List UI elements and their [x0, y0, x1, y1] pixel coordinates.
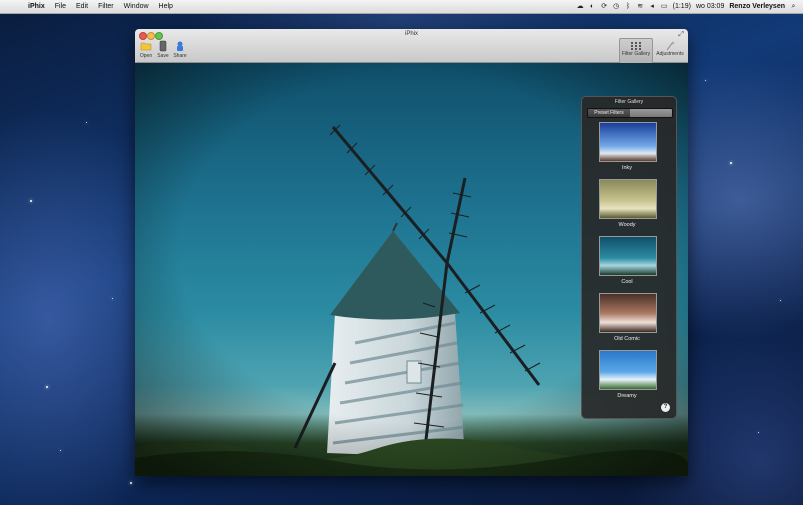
- menu-extras: ☁ ◐ ⟳ ◷ ᛒ ≋ ◂ ▭ (1:19) wo 03:09 Renzo Ve…: [577, 0, 797, 13]
- adjustments-icon: [666, 41, 675, 51]
- share-label: Share: [173, 53, 187, 59]
- preset-woody[interactable]: Woody: [599, 179, 657, 228]
- preset-thumbnail: [599, 179, 657, 219]
- preset-inky[interactable]: Inky: [599, 122, 657, 171]
- share-icon: [177, 41, 183, 51]
- open-label: Open: [139, 53, 153, 59]
- bluetooth-icon[interactable]: ᛒ: [625, 3, 632, 10]
- battery-icon[interactable]: ▭: [661, 3, 668, 10]
- preset-thumbnail: [599, 293, 657, 333]
- filter-gallery-label: Filter Gallery: [621, 51, 651, 57]
- battery-time[interactable]: (1:19): [673, 3, 691, 10]
- menu-bar: iPhix File Edit Filter Window Help ☁ ◐ ⟳…: [0, 0, 803, 14]
- filter-gallery-panel: Filter Gallery Preset Filters Inky Woody…: [581, 96, 677, 419]
- folder-icon: [140, 42, 152, 51]
- menu-window[interactable]: Window: [124, 0, 149, 13]
- save-label: Save: [157, 53, 169, 59]
- gallery-tabs: Preset Filters: [587, 108, 673, 118]
- preset-old-comic[interactable]: Old Comic: [599, 293, 657, 342]
- volume-icon[interactable]: ◂: [649, 3, 656, 10]
- help-button[interactable]: ?: [661, 403, 670, 412]
- preset-cool[interactable]: Cool: [599, 236, 657, 285]
- grid-icon: [631, 42, 641, 50]
- menu-app-name[interactable]: iPhix: [28, 0, 45, 13]
- window-title: iPhix: [404, 31, 418, 37]
- sync-icon[interactable]: ⟳: [601, 3, 608, 10]
- preset-thumbnail: [599, 122, 657, 162]
- menu-help[interactable]: Help: [159, 0, 173, 13]
- adjustments-label: Adjustments: [656, 51, 684, 57]
- dashboard-icon[interactable]: ◐: [589, 3, 596, 10]
- menu-filter[interactable]: Filter: [98, 0, 114, 13]
- save-icon: [159, 40, 167, 52]
- preset-thumbnail: [599, 350, 657, 390]
- filter-gallery-title: Filter Gallery: [614, 99, 644, 105]
- user-name[interactable]: Renzo Verleysen: [729, 3, 785, 10]
- preset-label: Woody: [618, 222, 636, 228]
- filter-gallery-button[interactable]: Filter Gallery: [619, 38, 653, 64]
- preset-label: Old Comic: [614, 336, 640, 342]
- menu-file[interactable]: File: [55, 0, 66, 13]
- clock[interactable]: wo 03:09: [696, 3, 724, 10]
- window-titlebar: iPhix ⤢ Open Save Share Filter Gallery A…: [135, 29, 688, 64]
- wifi-icon[interactable]: ≋: [637, 3, 644, 10]
- share-button[interactable]: Share: [170, 40, 190, 59]
- tab-preset-filters[interactable]: Preset Filters: [588, 109, 630, 117]
- menu-edit[interactable]: Edit: [76, 0, 88, 13]
- tab-secondary[interactable]: [630, 109, 672, 117]
- preset-dreamy[interactable]: Dreamy: [599, 350, 657, 399]
- preset-label: Inky: [621, 165, 633, 171]
- cloud-icon[interactable]: ☁: [577, 3, 584, 10]
- spotlight-search-icon[interactable]: ⌕: [790, 3, 797, 10]
- preset-thumbnail: [599, 236, 657, 276]
- adjustments-button[interactable]: Adjustments: [654, 38, 686, 63]
- preset-label: Cool: [621, 279, 633, 285]
- preset-label: Dreamy: [617, 393, 637, 399]
- time-machine-icon[interactable]: ◷: [613, 3, 620, 10]
